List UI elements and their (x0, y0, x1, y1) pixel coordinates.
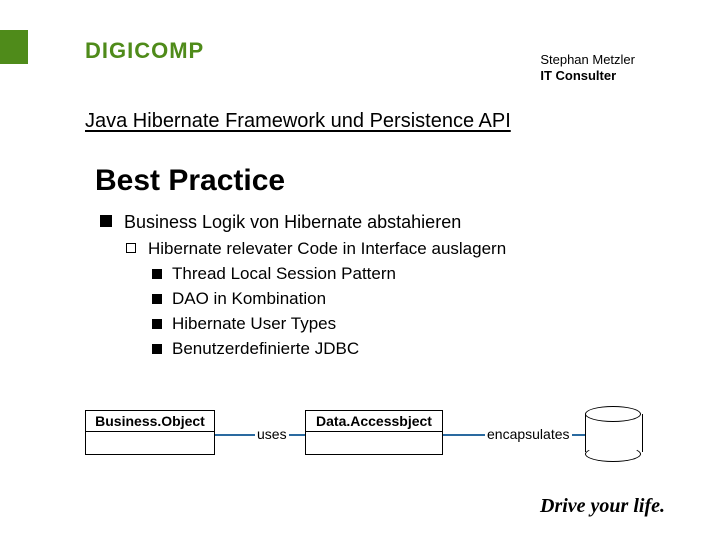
bullet-content: Business Logik von Hibernate abstahieren… (100, 210, 660, 363)
uml-class-body (306, 432, 442, 454)
database-icon (585, 406, 641, 458)
author-title: IT Consulter (540, 68, 635, 84)
bullet-l2: Hibernate relevater Code in Interface au… (100, 238, 660, 261)
bullet-l3: DAO in Kombination (100, 288, 660, 311)
logo: DIGICOMP (85, 38, 204, 64)
course-title: Java Hibernate Framework und Persistence… (85, 110, 635, 133)
author-block: Stephan Metzler IT Consulter (540, 52, 635, 85)
uml-class-body (86, 432, 214, 454)
slide-title: Best Practice (95, 164, 285, 198)
author-name: Stephan Metzler (540, 52, 635, 68)
uml-class-name: Business.Object (86, 411, 214, 432)
tagline: Drive your life. (540, 495, 665, 518)
uml-class-business-object: Business.Object (85, 410, 215, 455)
bullet-l1: Business Logik von Hibernate abstahieren (100, 210, 660, 234)
uml-class-data-access: Data.Accessbject (305, 410, 443, 455)
bullet-l3: Benutzerdefinierte JDBC (100, 338, 660, 361)
bullet-l3: Thread Local Session Pattern (100, 263, 660, 286)
slide-accent-bar (0, 30, 28, 64)
bullet-l3: Hibernate User Types (100, 313, 660, 336)
uml-diagram: Business.Object uses Data.Accessbject en… (85, 400, 660, 470)
relation-label-uses: uses (255, 426, 289, 442)
uml-class-name: Data.Accessbject (306, 411, 442, 432)
relation-label-encapsulates: encapsulates (485, 426, 572, 442)
